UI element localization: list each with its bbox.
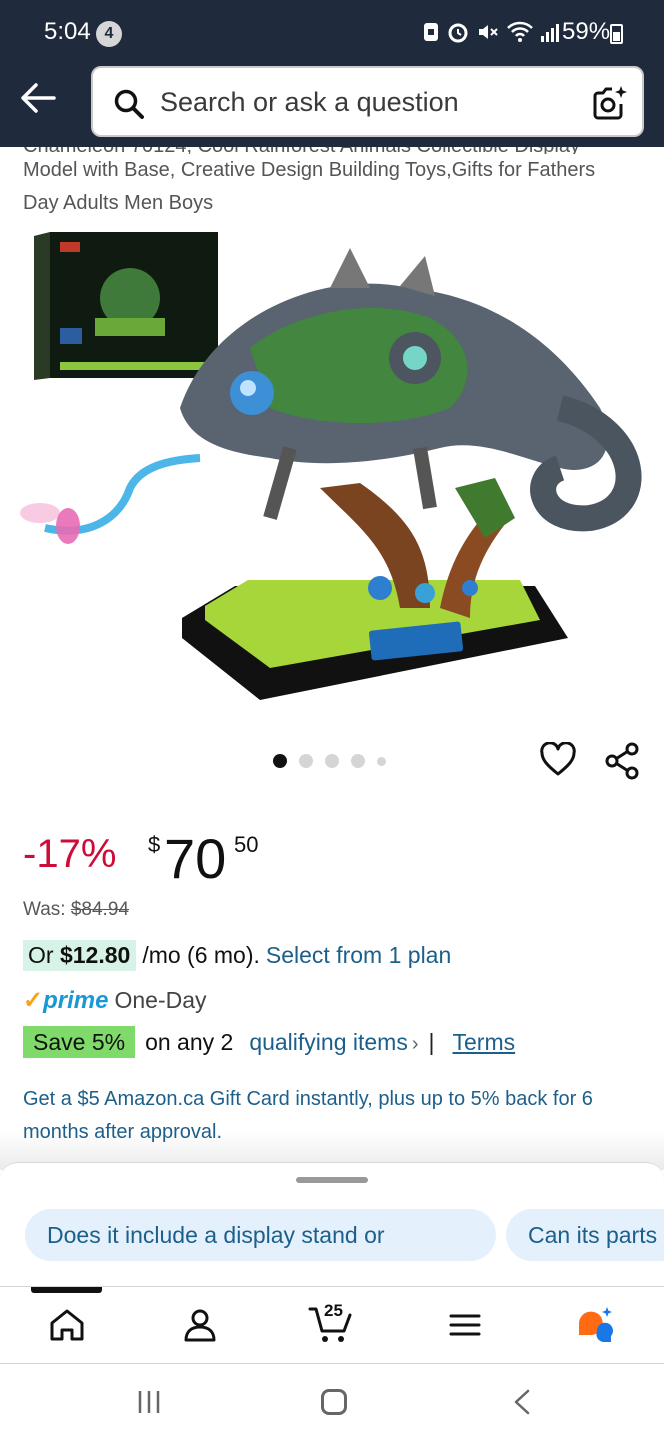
save-badge: Save 5% [23,1026,136,1058]
status-time: 5:04 [44,18,91,45]
save-text: on any 2 [145,1028,234,1055]
carousel-dot[interactable] [325,754,339,768]
prime-delivery: ✓ prime One-Day [23,986,207,1015]
lock-icon [424,23,438,41]
account-icon[interactable] [180,1305,220,1345]
plant-orb [462,580,478,596]
search-icon [114,89,144,119]
share-icon[interactable] [604,742,640,780]
prime-check-icon: ✓ [23,987,44,1014]
carousel-dot[interactable] [273,754,287,768]
price-whole: 70 [164,827,227,890]
product-box-thumbnail [34,232,218,380]
prime-delivery-text: One-Day [114,987,207,1013]
cart-count: 25 [324,1301,343,1320]
product-title-line-3: Day Adults Men Boys [23,192,214,214]
plant-orb [415,583,435,603]
qualifying-items-label: qualifying items [249,1028,408,1055]
mute-icon [479,25,498,39]
wifi-icon [507,21,533,42]
rufus-assistant-icon[interactable] [575,1305,615,1345]
suggestion-chip[interactable]: Does it include a display stand or [25,1209,496,1261]
top-bar: 5:04 4 59% Search or ask a question [0,0,664,147]
battery-icon [610,24,623,44]
search-input[interactable]: Search or ask a question [91,66,644,137]
plant-orb [368,576,392,600]
back-arrow-icon[interactable] [20,82,56,114]
cart-button[interactable]: 25 [308,1301,356,1345]
image-carousel-indicator [273,754,386,768]
active-tab-indicator [31,1287,102,1293]
status-bar: 5:04 4 59% [0,0,664,64]
camera-search-icon[interactable] [591,84,629,122]
carousel-dot[interactable] [377,756,386,766]
home-button[interactable] [321,1389,347,1415]
recent-apps-icon[interactable] [136,1389,162,1415]
was-price: Was: $84.94 [23,899,129,921]
monthly-amount: $12.80 [59,942,131,968]
discount-percent: -17% [23,832,117,876]
home-icon[interactable] [47,1305,87,1345]
select-plan-link[interactable]: Select from 1 plan [266,942,451,969]
chevron-right-icon: › [411,1032,419,1055]
monthly-payment: Or $12.80 /mo (6 mo). Select from 1 plan [23,940,451,971]
status-icons [422,20,562,44]
carousel-dot[interactable] [351,754,365,768]
search-placeholder: Search or ask a question [160,87,459,117]
back-icon[interactable] [510,1388,534,1416]
bottom-nav: 25 [0,1286,664,1364]
alarm-icon [448,23,468,43]
signal-icon [541,24,559,42]
carousel-dot[interactable] [299,754,313,768]
price-currency: $ [148,832,161,857]
separator: | [428,1028,435,1055]
suggestions-sheet: Does it include a display stand or Can i… [0,1162,664,1286]
sheet-drag-handle[interactable] [296,1177,368,1183]
suggestion-chip[interactable]: Can its parts [506,1209,664,1261]
heart-icon[interactable] [540,742,576,778]
qualifying-items-link[interactable]: qualifying items › [249,1029,418,1056]
monthly-pill: Or $12.80 [23,940,137,971]
menu-icon[interactable] [445,1305,485,1345]
system-nav [0,1364,664,1440]
monthly-prefix: Or [28,942,54,968]
prime-logo: prime [43,986,109,1014]
chameleon-body [180,248,642,532]
product-image[interactable] [0,228,664,718]
was-label: Was: [23,899,66,920]
battery-percent: 59% [562,18,611,45]
notification-badge: 4 [96,21,122,47]
terms-link[interactable]: Terms [453,1029,516,1056]
butterfly [20,503,80,544]
was-price-value: $84.94 [70,899,129,920]
save-promo: Save 5% on any 2 qualifying items › | Ter… [23,1026,515,1058]
product-title-line-2: Model with Base, Creative Design Buildin… [23,159,596,181]
monthly-term: /mo (6 mo). [142,942,260,968]
price-fraction: 50 [234,832,259,857]
